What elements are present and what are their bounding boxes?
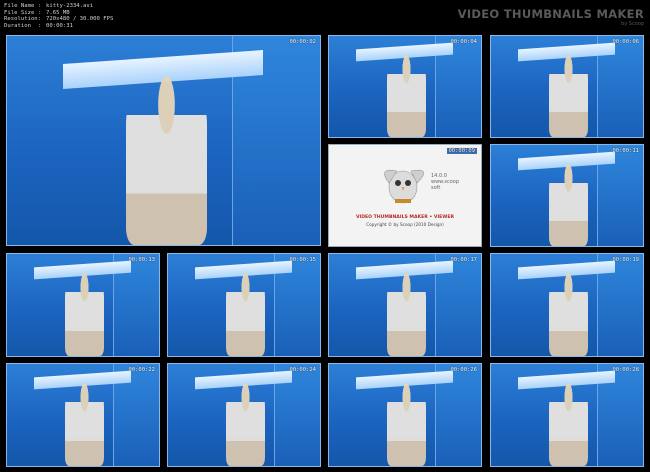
thumbnail-timestamp: 00:00:24 — [289, 367, 317, 373]
thumbnail[interactable]: 00:00:22 — [6, 363, 160, 467]
thumbnail-image — [64, 382, 105, 466]
thumbnail-timestamp: 00:00:13 — [128, 257, 156, 263]
thumbnail-image — [548, 54, 589, 137]
brand-logo: VIDEO THUMBNAILS MAKER by Scoop — [458, 7, 644, 27]
thumbnail-timestamp: 00:00:17 — [450, 257, 478, 263]
thumbnail-image — [225, 272, 266, 356]
thumbnail-timestamp: 00:00:15 — [289, 257, 317, 263]
thumbnail[interactable]: 00:00:17 — [328, 253, 482, 357]
thumbnail[interactable]: 00:00:06 — [490, 35, 644, 138]
file-info-value: kitty-2334.avi — [46, 3, 94, 9]
viewer-version-note2: soft — [431, 185, 441, 191]
file-info-value: 00:00:31 — [46, 22, 73, 29]
thumbnail-timestamp: 00:00:06 — [612, 39, 640, 45]
thumbnail[interactable]: 00:00:28 — [490, 363, 644, 467]
thumbnail-timestamp: 00:00:19 — [612, 257, 640, 263]
thumbnail-timestamp: 00:00:28 — [612, 367, 640, 373]
viewer-card[interactable]: 14.0.0 www.scoop soft VIDEO THUMBNAILS M… — [328, 144, 482, 247]
thumbnail-image — [548, 163, 589, 246]
file-info-row: File Size:7.65 MB — [4, 9, 70, 16]
viewer-title: VIDEO THUMBNAILS MAKER • VIEWER — [355, 215, 455, 220]
thumbnail-image — [386, 54, 427, 137]
thumbnail-image — [548, 272, 589, 356]
thumbnail[interactable]: 00:00:11 — [490, 144, 644, 247]
file-info-key: Resolution — [4, 16, 38, 23]
file-info-key: Duration — [4, 22, 31, 29]
thumbnail[interactable]: 00:00:24 — [167, 363, 321, 467]
thumbnail[interactable]: 00:00:13 — [6, 253, 160, 357]
thumbnail[interactable]: 00:00:19 — [490, 253, 644, 357]
thumbnail[interactable]: 00:00:26 — [328, 363, 482, 467]
file-info-row: Duration:00:00:31 — [4, 22, 73, 29]
thumbnail-image — [386, 382, 427, 466]
viewer-copyright: Copyright © by Scoop (2010 Design) — [366, 222, 444, 227]
file-info-value: 720x480 / 30.000 FPS — [46, 16, 114, 23]
thumbnail-image — [64, 272, 105, 356]
thumbnail-timestamp: 00:00:04 — [450, 39, 478, 45]
thumbnail-timestamp: 00:00:02 — [289, 39, 317, 45]
file-info-row: File Name: kitty-2334.avi — [4, 3, 94, 9]
thumbnail-image — [386, 272, 427, 356]
file-info: File Name: kitty-2334.avi File Size:7.65 … — [4, 3, 113, 29]
thumbnail-image — [125, 73, 208, 245]
owl-icon — [384, 169, 424, 204]
thumbnail-timestamp: 00:00:11 — [612, 148, 640, 154]
thumbnail-image — [225, 382, 266, 466]
file-info-row: Resolution:720x480 / 30.000 FPS — [4, 16, 114, 23]
thumbnail-timestamp: 00:00:26 — [450, 367, 478, 373]
file-info-key: File Size — [4, 9, 35, 16]
brand-title: VIDEO THUMBNAILS MAKER — [457, 7, 644, 21]
file-info-value: 7.65 MB — [46, 9, 70, 16]
thumbnail-timestamp: 00:00:22 — [128, 367, 156, 373]
thumbnail[interactable]: 00:00:04 — [328, 35, 482, 138]
thumbnail-image — [548, 382, 589, 466]
header: File Name: kitty-2334.avi File Size:7.65 … — [0, 0, 650, 34]
thumbnail[interactable]: 00:00:02 — [6, 35, 321, 246]
file-info-key: File Name — [4, 3, 35, 9]
thumbnail[interactable]: 00:00:15 — [167, 253, 321, 357]
brand-subtitle: by Scoop — [621, 21, 644, 27]
thumbnail-timestamp: 00:00:09 — [446, 148, 477, 154]
